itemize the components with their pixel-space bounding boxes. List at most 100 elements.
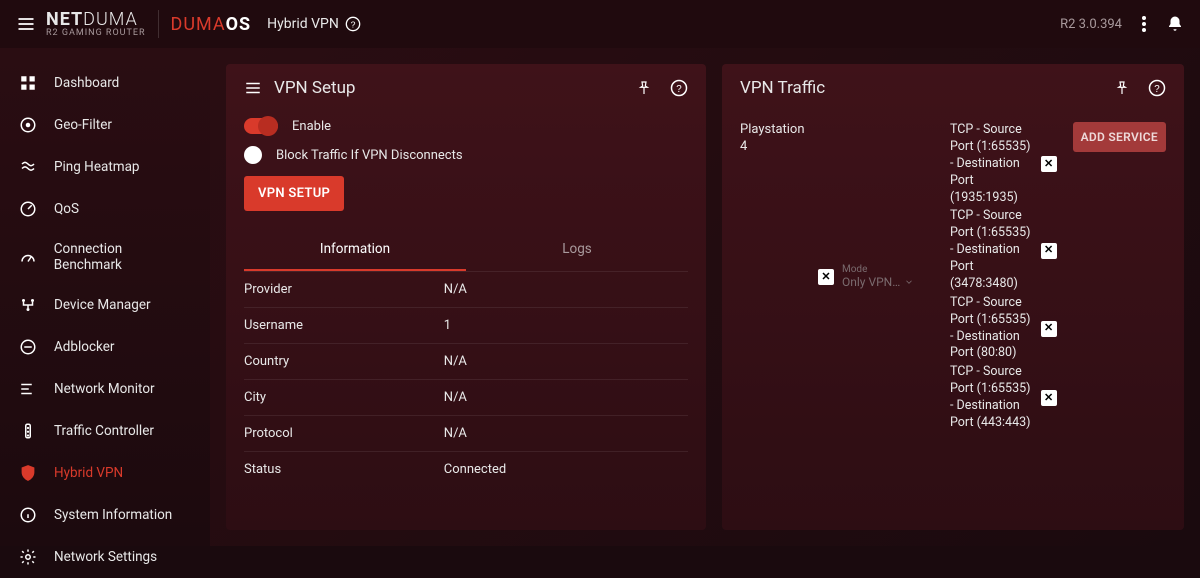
tab-information[interactable]: Information bbox=[244, 229, 466, 271]
block-toggle[interactable] bbox=[244, 146, 262, 164]
sidebar-item-pingheatmap[interactable]: Ping Heatmap bbox=[0, 146, 210, 188]
traffic-rules: TCP - Source Port (1:65535) - Destinatio… bbox=[950, 122, 1057, 432]
hamburger-icon[interactable] bbox=[16, 14, 36, 34]
device-name: Playstation 4 bbox=[740, 122, 805, 154]
info-key: Status bbox=[244, 462, 444, 477]
panel-vpn-traffic: VPN Traffic ? Playstation 4 ✕ bbox=[722, 64, 1184, 530]
sidebar-item-label: Geo-Filter bbox=[54, 117, 112, 133]
sidebar: Dashboard Geo-Filter Ping Heatmap QoS Co… bbox=[0, 48, 210, 546]
devicemanager-icon bbox=[18, 295, 38, 315]
bell-icon[interactable] bbox=[1166, 15, 1184, 33]
delete-icon[interactable]: ✕ bbox=[1041, 390, 1057, 406]
brand-net: NET bbox=[46, 9, 83, 30]
info-val: N/A bbox=[444, 426, 688, 441]
traffic-rule: TCP - Source Port (1:65535) - Destinatio… bbox=[950, 122, 1057, 206]
rule-text: TCP - Source Port (1:65535) - Destinatio… bbox=[950, 364, 1033, 432]
adblocker-icon bbox=[18, 337, 38, 357]
info-val: Connected bbox=[444, 462, 688, 477]
device-delete[interactable]: ✕ bbox=[818, 269, 834, 285]
mode-value: Only VPN… bbox=[842, 275, 900, 289]
info-key: Protocol bbox=[244, 426, 444, 441]
delete-icon[interactable]: ✕ bbox=[1041, 243, 1057, 259]
kebab-icon[interactable] bbox=[1142, 16, 1146, 32]
info-val: N/A bbox=[444, 390, 688, 405]
traffic-device-cell: Playstation 4 bbox=[740, 122, 810, 156]
info-key: Username bbox=[244, 318, 444, 333]
traffic-rule: TCP - Source Port (1:65535) - Destinatio… bbox=[950, 208, 1057, 292]
traffic-row: Playstation 4 ✕ Mode Only VPN… bbox=[740, 112, 1166, 432]
panel-hamburger-icon[interactable] bbox=[244, 79, 262, 97]
sidebar-item-label: Network Monitor bbox=[54, 381, 155, 397]
vpn-setup-button[interactable]: VPN SETUP bbox=[244, 176, 344, 211]
traffic-rule: TCP - Source Port (1:65535) - Destinatio… bbox=[950, 295, 1057, 363]
shield-icon bbox=[18, 463, 38, 483]
delete-icon[interactable]: ✕ bbox=[1041, 156, 1057, 172]
sidebar-item-qos[interactable]: QoS bbox=[0, 188, 210, 230]
svg-text:?: ? bbox=[676, 84, 682, 95]
panel-vpn-setup: VPN Setup ? Enable Block Traff bbox=[226, 64, 706, 530]
help-icon[interactable]: ? bbox=[670, 79, 688, 97]
enable-toggle[interactable] bbox=[244, 118, 278, 134]
qos-icon bbox=[18, 199, 38, 219]
sidebar-item-label: Ping Heatmap bbox=[54, 159, 140, 175]
brand-sec-duma: DUMA bbox=[171, 14, 226, 35]
help-icon[interactable]: ? bbox=[345, 16, 361, 32]
version-label: R2 3.0.394 bbox=[1060, 17, 1122, 32]
sidebar-item-geofilter[interactable]: Geo-Filter bbox=[0, 104, 210, 146]
gear-icon bbox=[18, 547, 38, 567]
content: VPN Setup ? Enable Block Traff bbox=[210, 48, 1200, 546]
add-service-button[interactable]: ADD SERVICE bbox=[1073, 122, 1166, 152]
block-toggle-row: Block Traffic If VPN Disconnects bbox=[244, 140, 688, 170]
sidebar-item-dashboard[interactable]: Dashboard bbox=[0, 62, 210, 104]
sidebar-item-networksettings[interactable]: Network Settings bbox=[0, 536, 210, 578]
breadcrumb: Hybrid VPN ? bbox=[267, 16, 361, 32]
info-val: N/A bbox=[444, 282, 688, 297]
delete-icon[interactable]: ✕ bbox=[818, 269, 834, 285]
info-val: N/A bbox=[444, 354, 688, 369]
brand: NETDUMA R2 GAMING ROUTER DUMAOS bbox=[46, 10, 251, 38]
delete-icon[interactable]: ✕ bbox=[1041, 321, 1057, 337]
help-icon[interactable]: ? bbox=[1148, 79, 1166, 97]
sidebar-item-label: Device Manager bbox=[54, 297, 151, 313]
sidebar-item-label: Network Settings bbox=[54, 549, 157, 565]
info-key: City bbox=[244, 390, 444, 405]
rule-text: TCP - Source Port (1:65535) - Destinatio… bbox=[950, 295, 1033, 363]
svg-text:?: ? bbox=[350, 19, 355, 29]
traffic-mode-cell[interactable]: Mode Only VPN… bbox=[842, 264, 942, 289]
traffic-rule: TCP - Source Port (1:65535) - Destinatio… bbox=[950, 364, 1057, 432]
enable-toggle-row: Enable bbox=[244, 112, 688, 140]
svg-text:?: ? bbox=[1154, 84, 1160, 95]
trafficcontroller-icon bbox=[18, 421, 38, 441]
panel-title: VPN Traffic bbox=[740, 78, 825, 98]
info-table: ProviderN/A Username1 CountryN/A CityN/A… bbox=[244, 272, 688, 487]
pin-icon[interactable] bbox=[1114, 80, 1130, 96]
sidebar-item-label: Connection Benchmark bbox=[54, 241, 192, 273]
sidebar-item-networkmonitor[interactable]: Network Monitor bbox=[0, 368, 210, 410]
chevron-down-icon bbox=[904, 277, 914, 287]
rule-text: TCP - Source Port (1:65535) - Destinatio… bbox=[950, 122, 1033, 206]
systeminfo-icon bbox=[18, 505, 38, 525]
pin-icon[interactable] bbox=[636, 80, 652, 96]
sidebar-item-hybridvpn[interactable]: Hybrid VPN bbox=[0, 452, 210, 494]
dashboard-icon bbox=[18, 73, 38, 93]
brand-duma: DUMA bbox=[83, 9, 138, 30]
block-label: Block Traffic If VPN Disconnects bbox=[276, 148, 463, 163]
sidebar-item-systeminfo[interactable]: System Information bbox=[0, 494, 210, 536]
panel-title: VPN Setup bbox=[274, 78, 355, 98]
heatmap-icon bbox=[18, 157, 38, 177]
benchmark-icon bbox=[18, 247, 38, 267]
sidebar-item-benchmark[interactable]: Connection Benchmark bbox=[0, 230, 210, 284]
sidebar-item-trafficcontroller[interactable]: Traffic Controller bbox=[0, 410, 210, 452]
rule-text: TCP - Source Port (1:65535) - Destinatio… bbox=[950, 208, 1033, 292]
brand-sub: R2 GAMING ROUTER bbox=[46, 29, 146, 38]
sidebar-item-label: Traffic Controller bbox=[54, 423, 154, 439]
breadcrumb-label: Hybrid VPN bbox=[267, 16, 339, 32]
sidebar-item-label: Dashboard bbox=[54, 75, 119, 91]
topbar: NETDUMA R2 GAMING ROUTER DUMAOS Hybrid V… bbox=[0, 0, 1200, 48]
enable-label: Enable bbox=[292, 119, 331, 134]
sidebar-item-adblocker[interactable]: Adblocker bbox=[0, 326, 210, 368]
sidebar-item-devicemanager[interactable]: Device Manager bbox=[0, 284, 210, 326]
brand-sec-os: OS bbox=[226, 14, 252, 35]
tab-logs[interactable]: Logs bbox=[466, 229, 688, 271]
sidebar-item-label: Hybrid VPN bbox=[54, 465, 123, 481]
